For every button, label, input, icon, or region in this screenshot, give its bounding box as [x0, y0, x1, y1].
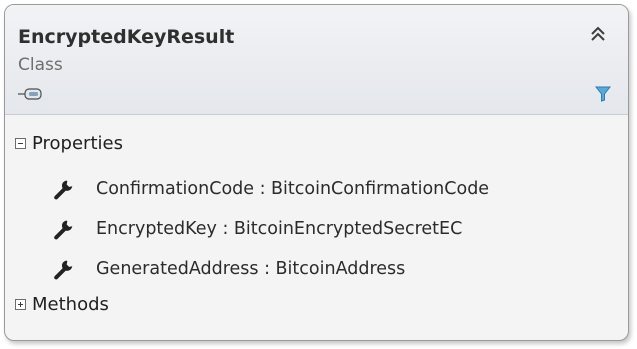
property-label: GeneratedAddress : BitcoinAddress — [96, 259, 406, 279]
expand-plus-icon[interactable] — [15, 298, 26, 310]
methods-section-toggle[interactable]: Methods — [15, 291, 109, 317]
property-row[interactable]: EncryptedKey : BitcoinEncryptedSecretEC — [5, 212, 628, 252]
property-row[interactable]: ConfirmationCode : BitcoinConfirmationCo… — [5, 172, 628, 212]
property-row[interactable]: GeneratedAddress : BitcoinAddress — [5, 252, 628, 292]
property-label: EncryptedKey : BitcoinEncryptedSecretEC — [96, 219, 463, 239]
methods-label: Methods — [32, 293, 109, 315]
class-kind: Class — [18, 55, 63, 75]
wrench-icon — [54, 260, 73, 280]
properties-label: Properties — [32, 132, 123, 154]
plug-icon — [18, 88, 42, 100]
wrench-icon — [54, 180, 73, 200]
class-name: EncryptedKeyResult — [18, 26, 235, 48]
filter-icon[interactable] — [595, 86, 611, 102]
double-chevron-up-icon[interactable] — [589, 25, 607, 43]
properties-list: ConfirmationCode : BitcoinConfirmationCo… — [5, 172, 628, 292]
collapse-minus-icon[interactable] — [15, 137, 26, 149]
class-header: EncryptedKeyResult Class — [5, 5, 628, 115]
wrench-icon — [54, 220, 73, 240]
property-label: ConfirmationCode : BitcoinConfirmationCo… — [96, 179, 490, 199]
class-shape[interactable]: EncryptedKeyResult Class Properties Conf… — [4, 4, 629, 341]
properties-section-toggle[interactable]: Properties — [15, 130, 123, 156]
